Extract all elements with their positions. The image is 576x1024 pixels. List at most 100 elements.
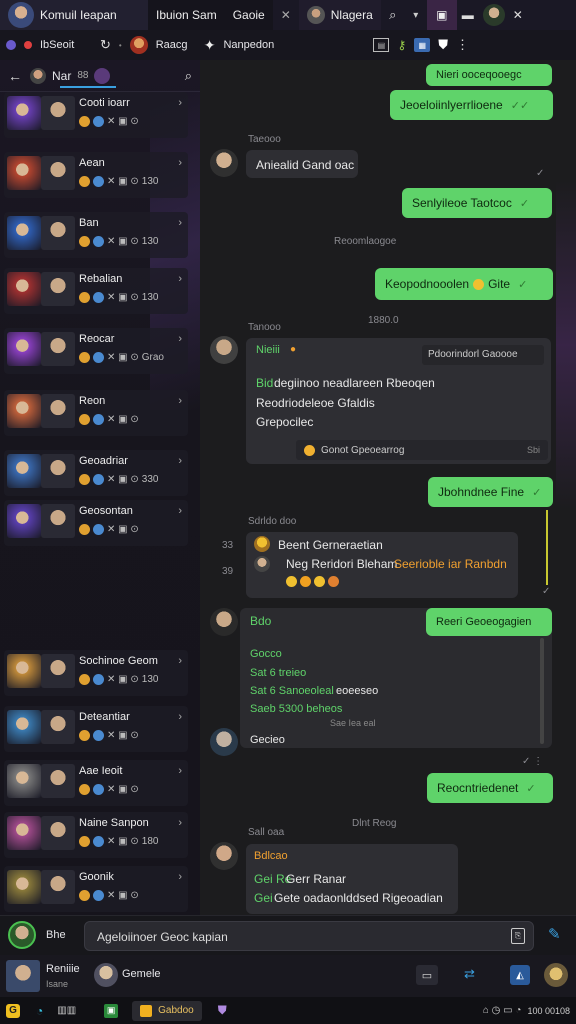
group-avatar-2 [94,67,111,84]
minimize-icon[interactable]: ▬ [457,8,479,22]
outgoing-message[interactable]: Senlyileoe Taotcoc ✓ [402,188,552,218]
chat-list-item[interactable]: Aae Ieoit ✕ ▣ ⊙ › [4,760,188,806]
search-icon[interactable]: ⌕ [381,7,405,23]
chat-thumbnail [7,272,41,306]
shield-icon[interactable]: ⛊ [218,1003,227,1018]
app-icon[interactable]: ▦ [414,38,431,52]
contact-avatar[interactable] [210,149,238,177]
outgoing-message[interactable]: Reocntriedenet ✓ [427,773,553,803]
chat-meta-value: 180 [141,836,159,847]
account-label[interactable]: IbSeoit [40,39,92,51]
taskbar-active-app[interactable]: Gabdoo [132,1000,202,1021]
chat-list-item[interactable]: Geosontan ✕ ▣ ⊙ › [4,500,188,546]
chat-list-item[interactable]: Naine Sanpon ✕ ▣ ⊙ 180 › [4,812,188,858]
message-input[interactable]: Ageloiinoer Geoc kapian ⎘ [84,921,534,951]
chevron-right-icon[interactable]: › [178,505,182,517]
chat-list-item[interactable]: Reocar ✕ ▣ ⊙ Grao › [4,328,188,374]
smile-emoji-icon [473,278,485,290]
chevron-right-icon[interactable]: › [178,711,182,723]
chevron-right-icon[interactable]: › [178,273,182,285]
chat-list-item[interactable]: Ban ✕ ▣ ⊙ 130 › [4,212,188,258]
incoming-card[interactable]: Bdlcao Gei Re Gerr Ranar Gei Gete oadaon… [246,844,458,914]
chat-list-item[interactable]: Deteantiar ✕ ▣ ⊙ › [4,706,188,752]
notification-dot-icon [24,41,32,49]
green-app-icon[interactable]: ▣ [104,1003,119,1018]
card-reaction-button[interactable]: Gonot Gpeoearrog Sbi [296,440,548,460]
close-icon[interactable]: ✕ [273,8,299,22]
tab-3[interactable]: Nlagera [298,0,381,30]
tab-2[interactable]: Gaoie [224,0,273,30]
incoming-message[interactable]: Aniealid Gand oac [246,150,358,178]
read-tick-icon: ✓ [542,586,551,597]
image-icon[interactable]: ▤ [373,38,390,52]
microphone-icon[interactable]: ✎ [548,925,561,943]
chevron-right-icon[interactable]: › [178,217,182,229]
status-avatar[interactable] [544,963,568,987]
contact-avatar[interactable] [94,963,118,987]
chevron-down-icon[interactable]: ▾ [405,10,427,21]
app-icon[interactable]: ◭ [510,965,530,985]
window-icon[interactable]: ▣ [426,0,457,30]
contact-thumb[interactable] [6,960,40,992]
contact-avatar[interactable] [210,728,238,756]
contact-avatar[interactable] [210,336,238,364]
key-icon[interactable]: ⚷ [397,38,406,52]
tab-1[interactable]: Ibuion Sam [148,0,225,30]
outgoing-message[interactable]: Jbohndnee Fine ✓ [428,477,553,507]
more-icon[interactable]: ⋮ [456,37,469,53]
taskbar-app-g[interactable]: G [6,1003,20,1018]
profile-avatar[interactable] [8,2,34,28]
chevron-right-icon[interactable]: › [178,655,182,667]
refresh-icon[interactable]: ↻ [100,37,111,53]
chevron-right-icon[interactable]: › [178,871,182,883]
user-avatar[interactable] [8,921,36,949]
window-grid-icon[interactable]: ▥▥ [57,1005,76,1016]
chat-list-item[interactable]: Sochinoe Geom ✕ ▣ ⊙ 130 › [4,650,188,696]
chevron-right-icon[interactable]: › [178,455,182,467]
browser-icon[interactable]: ◔ [36,1004,43,1018]
outgoing-message[interactable]: Reeri Geoeogagien [426,608,552,636]
chevron-right-icon[interactable]: › [178,817,182,829]
timestamp: Sall oaa [248,827,285,838]
user-avatar[interactable] [482,4,505,26]
outgoing-message[interactable]: Jeoeloiinlyerrlioene ✓✓ [390,90,553,120]
app-title-tab[interactable]: Komuil Ieapan [0,0,148,30]
contact-avatar[interactable] [210,608,238,636]
emoji-icon [79,474,90,485]
chat-list-item[interactable]: Geoadriar ✕ ▣ ⊙ 330 › [4,450,188,496]
sparkle-icon[interactable]: ✦ [204,37,216,54]
toolbar-item-2[interactable]: Nanpedon [223,39,365,51]
contact-avatar[interactable] [210,842,238,870]
shield-icon[interactable]: ⛊ [438,37,448,53]
chat-list-item[interactable]: Goonik ✕ ▣ ⊙ › [4,866,188,912]
incoming-card[interactable]: Nieiii ● Pdoorindorl Gaoooe Bid degiinoo… [246,338,551,464]
game-icon[interactable]: ▭ [416,965,438,985]
search-icon[interactable]: ⌕ [185,68,192,84]
chat-list-item[interactable]: Cooti ioarr ✕ ▣ ⊙ › [4,92,188,138]
chat-meta: ✕ ▣ ⊙ 130 [79,236,158,247]
chat-list-item[interactable]: Rebalian ✕ ▣ ⊙ 130 › [4,268,188,314]
chat-list-item[interactable]: Aean ✕ ▣ ⊙ 130 › [4,152,188,198]
chevron-right-icon[interactable]: › [178,157,182,169]
chat-list-item[interactable]: Reon ✕ ▣ ⊙ › [4,390,188,436]
incoming-card[interactable]: Beent Gerneraetian Neg Reridori Bleham S… [246,532,518,598]
chevron-right-icon[interactable]: › [178,333,182,345]
outgoing-message[interactable]: Keopodnooolen Gite ✓ [375,268,553,300]
tray-icons[interactable]: ⌂ ◷ ▭ ◔ [483,1005,522,1016]
card-line-orange: Seerioble iar Ranbdn [394,557,507,571]
back-arrow-icon[interactable]: ← [6,68,24,84]
card-scrollbar[interactable] [540,638,544,744]
emoji-icon [79,524,90,535]
chat-thumbnail-2 [41,764,75,798]
close-window-icon[interactable]: ✕ [505,8,531,22]
chat-icon-glyph: ✕ ▣ ⊙ [107,176,139,187]
chat-thumbnail [7,764,41,798]
toolbar-item-1[interactable]: Raacg [156,39,196,51]
chat-name: Reon [79,395,106,407]
chevron-right-icon[interactable]: › [178,765,182,777]
chevron-right-icon[interactable]: › [178,395,182,407]
share-icon[interactable]: ⇄ [464,966,475,982]
attach-icon[interactable]: ⎘ [511,928,525,944]
outgoing-message[interactable]: Nieri ooceqooegc [426,64,552,86]
chevron-right-icon[interactable]: › [178,97,182,109]
